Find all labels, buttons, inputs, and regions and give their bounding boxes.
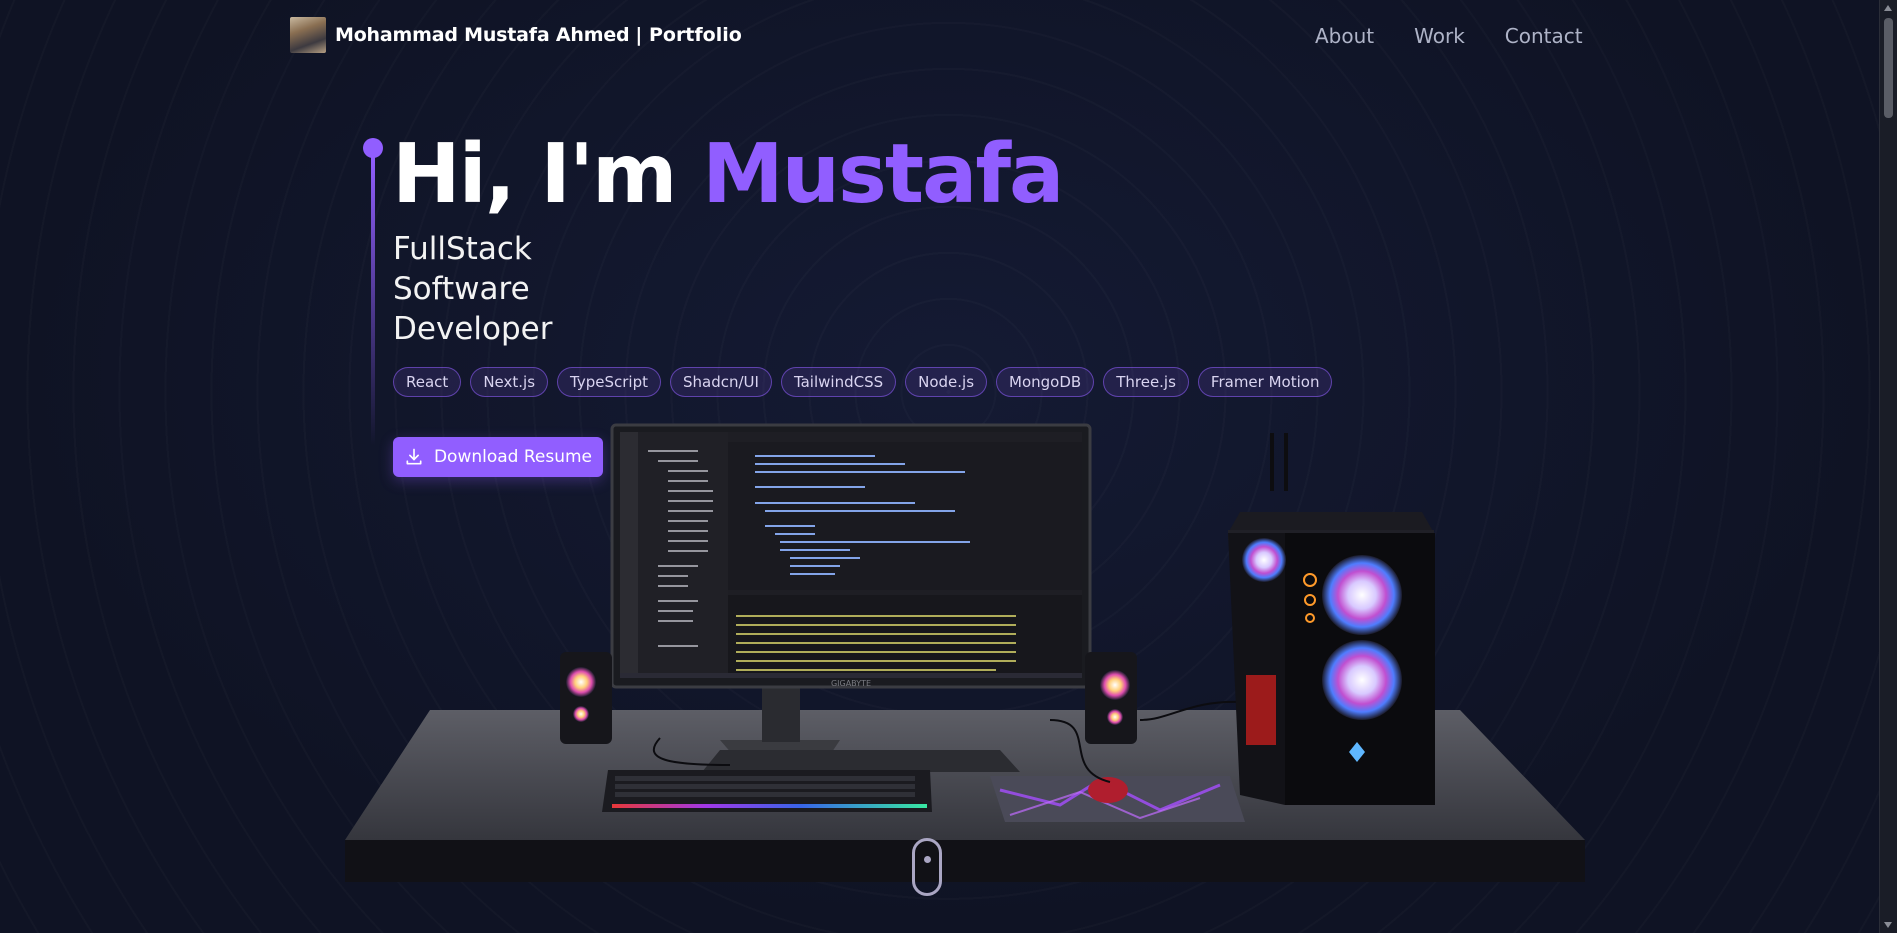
- page-scrollbar[interactable]: [1879, 0, 1897, 933]
- tech-pill-framer-motion: Framer Motion: [1197, 367, 1333, 397]
- scroll-down-arrow-icon[interactable]: [1884, 922, 1892, 928]
- nav-link-about[interactable]: About: [1315, 24, 1374, 48]
- hero-accent-bar: [371, 156, 375, 446]
- navbar: Mohammad Mustafa Ahmed | Portfolio About…: [0, 0, 1880, 72]
- brand-name: Mohammad Mustafa Ahmed: [335, 24, 630, 46]
- hero-subtitle: FullStack Software Developer: [393, 229, 552, 349]
- monitor-brand: GIGABYTE: [831, 679, 871, 688]
- tech-pill-react: React: [393, 367, 462, 397]
- tech-pill-tailwind: TailwindCSS: [780, 367, 897, 397]
- tech-stack: React Next.js TypeScript Shadcn/UI Tailw…: [393, 367, 1333, 397]
- scroll-wheel-dot: [924, 856, 931, 863]
- avatar: [290, 17, 326, 53]
- scroll-up-arrow-icon[interactable]: [1884, 5, 1892, 11]
- hero-subtitle-line: Software: [393, 271, 530, 307]
- keyboard: [602, 770, 932, 812]
- tech-pill-shadcn: Shadcn/UI: [669, 367, 772, 397]
- left-speaker: [560, 652, 612, 744]
- tech-pill-mongodb: MongoDB: [996, 367, 1095, 397]
- nav-link-work[interactable]: Work: [1414, 24, 1465, 48]
- hero-accent-dot: [363, 138, 383, 158]
- desk-computer-scene[interactable]: GIGABYTE: [340, 420, 1600, 900]
- hero-subtitle-line: FullStack: [393, 231, 532, 267]
- tech-pill-nextjs: Next.js: [470, 367, 549, 397]
- scroll-thumb[interactable]: [1884, 18, 1893, 118]
- tech-pill-typescript: TypeScript: [557, 367, 661, 397]
- nav-link-contact[interactable]: Contact: [1505, 24, 1583, 48]
- brand-suffix: | Portfolio: [635, 24, 742, 46]
- right-speaker: [1085, 652, 1137, 744]
- hero-subtitle-line: Developer: [393, 311, 553, 347]
- nav-links: About Work Contact: [1315, 24, 1583, 48]
- hero-greeting: Hi, I'm: [392, 127, 677, 222]
- scroll-down-indicator[interactable]: [912, 838, 942, 896]
- hero-name: Mustafa: [702, 127, 1064, 222]
- tech-pill-nodejs: Node.js: [905, 367, 988, 397]
- tech-pill-threejs: Three.js: [1103, 367, 1189, 397]
- brand-link[interactable]: Mohammad Mustafa Ahmed | Portfolio: [290, 17, 742, 53]
- hero-title: Hi, I'm Mustafa: [392, 125, 1064, 225]
- pc-tower: [1228, 433, 1435, 805]
